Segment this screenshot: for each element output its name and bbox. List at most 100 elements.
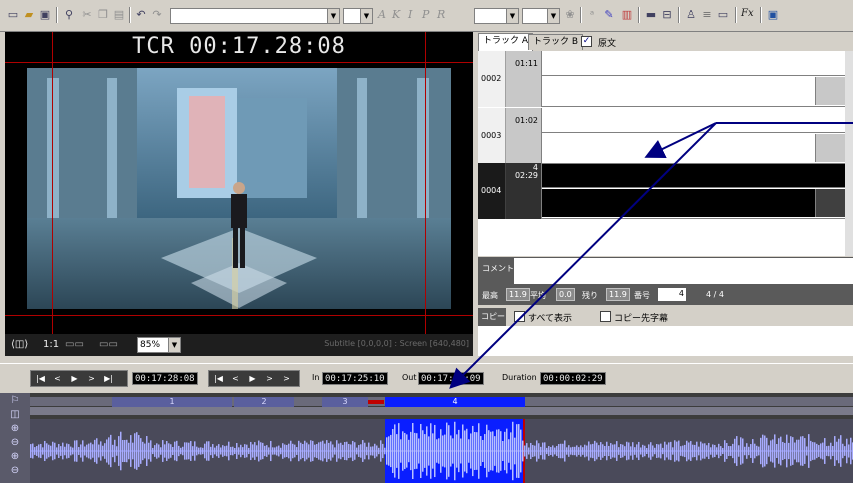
tab-track-a[interactable]: トラック A [478,33,534,51]
go-end-icon[interactable]: ▶| [101,372,116,385]
fx-button[interactable]: Fx [741,8,754,19]
clip-3[interactable]: 3 [322,397,368,407]
zoom-in-alt-icon[interactable]: ⊕ [9,451,21,463]
ruby-icon[interactable]: ᵃ [585,8,599,22]
out-timecode[interactable]: 00:17:28:09 [418,372,484,385]
layout-icon[interactable]: ⊟ [660,8,674,22]
in-timecode[interactable]: 00:17:25:10 [322,372,388,385]
flag-icon[interactable]: ⚐ [9,395,21,407]
capture-alt-icon[interactable]: ▭▭ [99,338,118,352]
preview-toolbar: ⟨◫⟩ 1:1 ▭▭ ▭▭ 85% ▼ Subtitle [0,0,0,0] : … [5,334,473,356]
row-side-box [815,134,845,162]
new-file-icon[interactable]: ▭ [6,8,20,22]
segment-end-icon[interactable]: > [279,372,294,385]
step-back-icon[interactable]: < [50,372,65,385]
clip-1[interactable]: 1 [112,397,232,407]
comment-label: コメント [482,264,514,273]
chevron-down-icon[interactable]: ▼ [360,9,372,23]
max-label: 最高 [482,291,498,300]
clip-2[interactable]: 2 [234,397,294,407]
chevron-down-icon[interactable]: ▼ [547,9,559,23]
copy-icon[interactable]: ❐ [96,8,110,22]
row-number: 0004 [478,163,506,219]
format-i-button[interactable]: I [408,8,412,21]
save-icon[interactable]: ▣ [38,8,52,22]
copy-label: コピー [478,308,506,326]
fit-icon[interactable]: ⟨◫⟩ [11,338,28,352]
cut-icon[interactable]: ✂ [80,8,94,22]
align-icon[interactable]: ≡ [700,8,714,22]
timeline-track[interactable] [30,407,853,415]
list-item[interactable]: 0002 01:11 [478,51,845,107]
page-indicator: 4 / 4 [706,290,724,299]
track-tabs: トラック A トラック B ✓ 原文 [478,33,853,51]
video-preview: TCR 00:17.28:08 [5,32,473,334]
zoom-select[interactable]: 85% ▼ [137,337,181,353]
toolbar-separator [678,7,680,23]
original-checkbox[interactable]: ✓ [581,36,592,47]
box-icon[interactable]: ▬ [644,8,658,22]
subtitle-text-line-1[interactable] [542,109,845,133]
chevron-down-icon[interactable]: ▼ [506,9,518,23]
chevron-down-icon[interactable]: ▼ [327,9,339,23]
window-icon[interactable]: ▣ [766,8,780,22]
go-start-icon[interactable]: |◀ [33,372,48,385]
style-combo[interactable]: ▼ [522,8,560,24]
tab-track-b[interactable]: トラック B [528,34,584,50]
subtitle-text-line-1[interactable] [542,164,845,188]
effect-icon[interactable]: ❀ [563,8,577,22]
undo-icon[interactable]: ↶ [134,8,148,22]
duration-timecode[interactable]: 00:00:02:29 [540,372,606,385]
highlight-icon[interactable]: ▥ [620,8,634,22]
comment-field[interactable] [514,258,853,284]
zoom-out-alt-icon[interactable]: ⊖ [9,465,21,477]
open-folder-icon[interactable]: ▰ [22,8,36,22]
segment-start-icon[interactable]: |◀ [211,372,226,385]
chevron-down-icon[interactable]: ▼ [168,338,180,352]
ratio-button[interactable]: 1:1 [43,338,59,352]
segment-play-icon[interactable]: ▶ [245,372,260,385]
split-icon[interactable]: ◫ [9,409,21,421]
redo-icon[interactable]: ↷ [150,8,164,22]
timeline-tools: ⚐ ◫ ⊕ ⊖ ⊕ ⊖ [0,393,30,483]
row-duration: 01:11 [514,59,538,68]
format-r-button[interactable]: R [437,8,445,21]
remain-value: 11.9 [606,288,630,301]
safe-area-line [5,315,473,316]
format-k-button[interactable]: K [392,8,400,21]
segment-back-icon[interactable]: < [228,372,243,385]
list-scrollbar[interactable] [845,51,853,256]
font-combo[interactable]: ▼ [170,8,340,24]
current-timecode[interactable]: 00:17:28:08 [132,372,198,385]
show-all-checkbox[interactable] [514,311,525,322]
copy-first-checkbox[interactable] [600,311,611,322]
step-forward-icon[interactable]: > [84,372,99,385]
brush-icon[interactable]: ✎ [602,8,616,22]
waveform-icon[interactable]: ▭ [716,8,730,22]
zoom-in-icon[interactable]: ⊕ [9,423,21,435]
format-a-button[interactable]: A [378,8,386,21]
list-item-selected[interactable]: 0004 4 02:29 [478,163,845,219]
segment-forward-icon[interactable]: > [262,372,277,385]
person-icon[interactable]: ♙ [684,8,698,22]
safe-area-line [52,32,53,334]
clip-4-selected[interactable]: 4 [385,397,525,407]
number-input[interactable]: 4 [658,288,686,301]
format-p-button[interactable]: P [422,8,429,21]
color-combo[interactable]: ▼ [474,8,519,24]
subtitle-text-line-2[interactable] [542,134,845,162]
timecode-display: TCR 00:17.28:08 [132,34,346,59]
subtitle-text-line-1[interactable] [542,52,845,76]
zoom-out-icon[interactable]: ⊖ [9,437,21,449]
paste-icon[interactable]: ▤ [112,8,126,22]
list-item[interactable]: 0003 01:02 [478,108,845,164]
waveform-graphic [30,419,853,483]
audio-waveform[interactable] [30,419,853,483]
subtitle-text-line-2[interactable] [542,189,845,217]
size-combo[interactable]: ▼ [343,8,373,24]
play-icon[interactable]: ▶ [67,372,82,385]
find-icon[interactable]: ⚲ [62,8,76,22]
max-value: 11.9 [506,288,530,301]
capture-icon[interactable]: ▭▭ [65,338,84,352]
subtitle-text-line-2[interactable] [542,77,845,105]
